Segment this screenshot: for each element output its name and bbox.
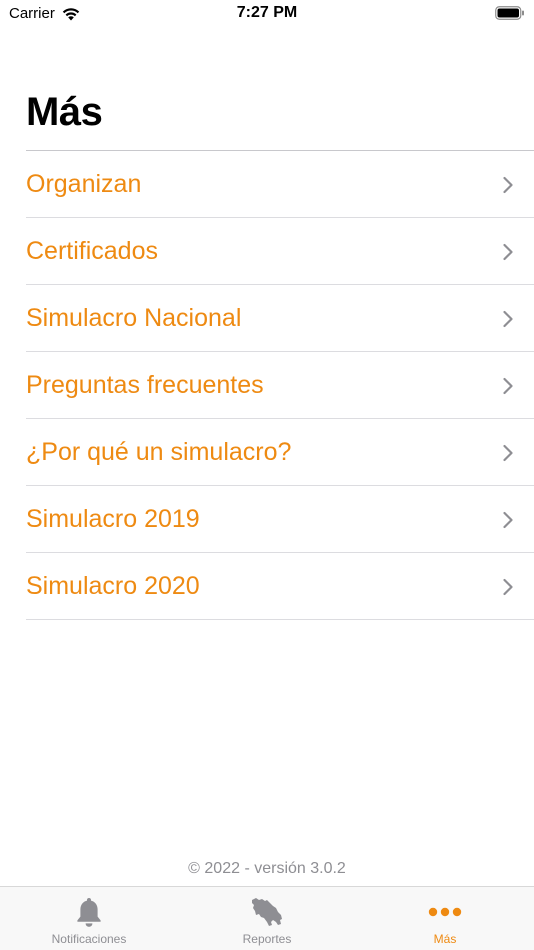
menu-item-label: ¿Por qué un simulacro? (26, 438, 292, 466)
battery-icon (495, 6, 524, 20)
chevron-right-icon (503, 444, 513, 461)
menu-list: Organizan Certificados Simulacro Naciona… (0, 151, 534, 620)
menu-item-certificados[interactable]: Certificados (0, 218, 534, 285)
screen: Carrier 7:27 PM Más Organizan Certificad… (0, 0, 534, 950)
costa-rica-map-icon (252, 898, 282, 926)
more-dots-icon (428, 907, 462, 917)
menu-item-label: Certificados (26, 237, 158, 265)
menu-item-label: Simulacro Nacional (26, 304, 242, 332)
tab-bar: Notificaciones Reportes Más (0, 886, 534, 950)
chevron-right-icon (503, 511, 513, 528)
chevron-right-icon (503, 176, 513, 193)
version-label: © 2022 - versión 3.0.2 (188, 860, 346, 877)
tab-label: Reportes (242, 932, 292, 946)
menu-item-organizan[interactable]: Organizan (0, 151, 534, 218)
tab-reportes[interactable]: Reportes (178, 887, 356, 950)
tab-mas[interactable]: Más (356, 887, 534, 950)
menu-item-label: Simulacro 2019 (26, 505, 200, 533)
bell-icon (77, 898, 101, 927)
chevron-right-icon (503, 243, 513, 260)
status-time: 7:27 PM (236, 4, 298, 21)
tab-notificaciones[interactable]: Notificaciones (0, 887, 178, 950)
page-title: Más (26, 90, 103, 134)
menu-item-simulacro-2019[interactable]: Simulacro 2019 (0, 486, 534, 553)
chevron-right-icon (503, 377, 513, 394)
menu-item-por-que-simulacro[interactable]: ¿Por qué un simulacro? (0, 419, 534, 486)
status-bar: Carrier 7:27 PM (0, 0, 534, 28)
menu-item-preguntas-frecuentes[interactable]: Preguntas frecuentes (0, 352, 534, 419)
tab-label: Más (433, 932, 457, 946)
menu-item-label: Preguntas frecuentes (26, 371, 264, 399)
menu-item-label: Simulacro 2020 (26, 572, 200, 600)
chevron-right-icon (503, 578, 513, 595)
menu-item-simulacro-nacional[interactable]: Simulacro Nacional (0, 285, 534, 352)
chevron-right-icon (503, 310, 513, 327)
tab-label: Notificaciones (51, 932, 127, 946)
menu-item-simulacro-2020[interactable]: Simulacro 2020 (0, 553, 534, 620)
menu-item-label: Organizan (26, 170, 142, 198)
